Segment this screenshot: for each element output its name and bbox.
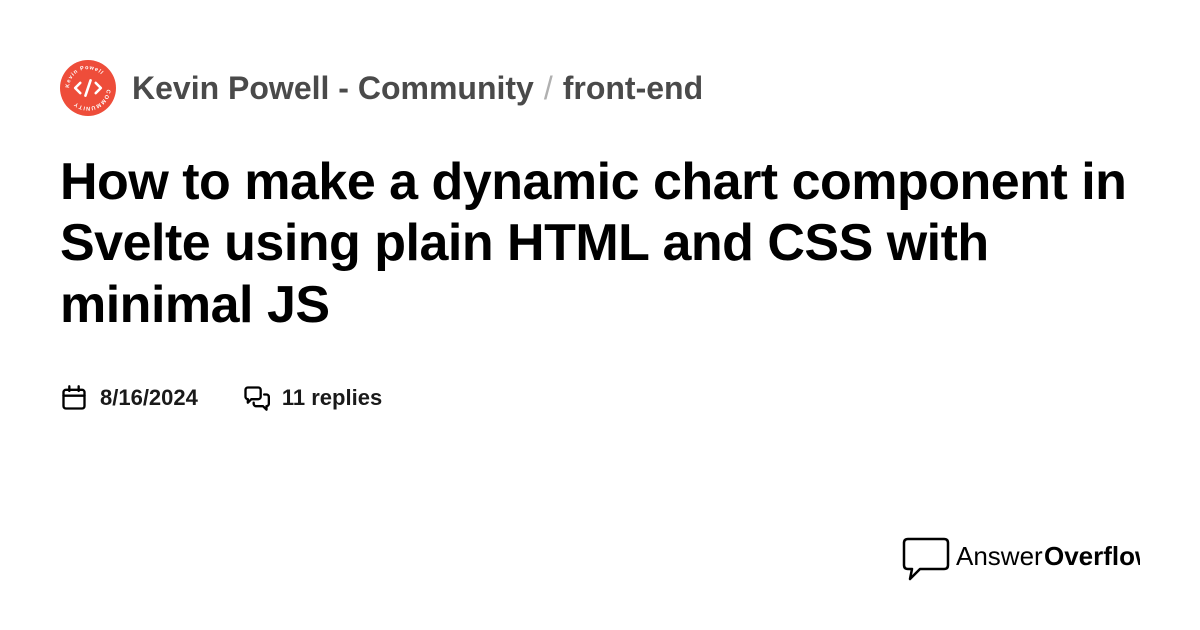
post-date: 8/16/2024 xyxy=(60,384,198,412)
replies-icon xyxy=(242,384,270,412)
svg-text:Answer: Answer xyxy=(956,541,1043,571)
post-title: How to make a dynamic chart component in… xyxy=(60,152,1140,336)
channel-name: front-end xyxy=(563,70,703,107)
replies-text: 11 replies xyxy=(282,385,382,411)
code-badge-icon: Kevin Powell COMMUNITY xyxy=(64,64,112,112)
logo-icon: Answer Overflow xyxy=(900,533,1140,589)
answer-overflow-logo: Answer Overflow xyxy=(900,533,1140,594)
calendar-icon xyxy=(60,384,88,412)
community-logo: Kevin Powell COMMUNITY xyxy=(60,60,116,116)
community-name: Kevin Powell - Community xyxy=(132,70,534,107)
breadcrumb: Kevin Powell COMMUNITY Kevin Powell - Co… xyxy=(60,60,1140,116)
svg-text:Overflow: Overflow xyxy=(1044,541,1140,571)
breadcrumb-text: Kevin Powell - Community / front-end xyxy=(132,70,703,107)
post-replies: 11 replies xyxy=(242,384,382,412)
date-text: 8/16/2024 xyxy=(100,385,198,411)
post-meta: 8/16/2024 11 replies xyxy=(60,384,1140,412)
breadcrumb-separator: / xyxy=(544,70,553,107)
